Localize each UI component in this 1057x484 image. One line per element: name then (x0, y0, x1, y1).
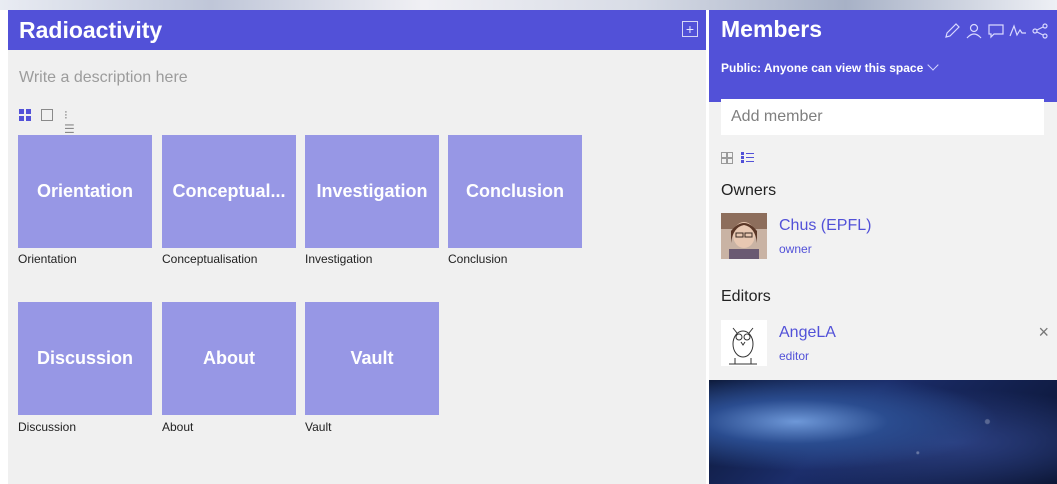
member-name-link[interactable]: AngeLA (779, 324, 836, 342)
member-role: owner (779, 242, 812, 256)
visibility-label: Public: Anyone can view this space (721, 61, 924, 75)
grid-view-icon[interactable] (19, 109, 32, 122)
tile-caption[interactable]: Conclusion (448, 252, 507, 266)
tile-conceptualisation[interactable]: Conceptual... (162, 135, 296, 248)
members-title: Members (721, 16, 822, 42)
single-view-icon[interactable] (41, 109, 53, 121)
tile-caption[interactable]: Vault (305, 420, 331, 434)
user-icon[interactable] (963, 20, 985, 42)
space-panel: Radioactivity + Write a description here… (8, 10, 706, 484)
member-name-link[interactable]: Chus (EPFL) (779, 217, 871, 235)
tile-caption[interactable]: Orientation (18, 252, 77, 266)
visibility-dropdown[interactable]: Public: Anyone can view this space (721, 59, 939, 75)
add-member-input[interactable] (721, 99, 1044, 135)
chevron-down-icon (927, 59, 939, 71)
member-role: editor (779, 349, 810, 363)
editors-heading: Editors (721, 288, 771, 305)
plus-square-icon[interactable]: + (682, 21, 698, 37)
tile-caption[interactable]: Investigation (305, 252, 372, 266)
tile-vault[interactable]: Vault (305, 302, 439, 415)
space-header: Radioactivity + (8, 10, 706, 50)
description-field[interactable]: Write a description here (19, 69, 188, 87)
tile-caption[interactable]: Discussion (18, 420, 76, 434)
owners-heading: Owners (721, 182, 777, 199)
avatar[interactable] (721, 320, 767, 366)
space-background-image (709, 380, 1057, 484)
tile-orientation[interactable]: Orientation (18, 135, 152, 248)
tile-investigation[interactable]: Investigation (305, 135, 439, 248)
header-toolbar (941, 20, 1051, 42)
grid-view-icon[interactable] (721, 152, 733, 164)
space-title[interactable]: Radioactivity (19, 17, 162, 44)
background-strip (0, 0, 1057, 10)
tile-caption[interactable]: About (162, 420, 193, 434)
share-icon[interactable] (1029, 20, 1051, 42)
tile-caption[interactable]: Conceptualisation (162, 252, 257, 266)
list-view-icon[interactable]: ⁝☰ (64, 108, 75, 136)
pencil-icon[interactable] (941, 20, 963, 42)
tile-discussion[interactable]: Discussion (18, 302, 152, 415)
members-panel: Members Public: Anyone can view this spa… (709, 10, 1057, 484)
tile-conclusion[interactable]: Conclusion (448, 135, 582, 248)
avatar[interactable] (721, 213, 767, 259)
chat-icon[interactable] (985, 20, 1007, 42)
list-view-icon[interactable] (741, 152, 755, 164)
members-header: Members Public: Anyone can view this spa… (709, 10, 1057, 102)
activity-icon[interactable] (1007, 20, 1029, 42)
tile-about[interactable]: About (162, 302, 296, 415)
close-icon[interactable]: × (1038, 323, 1049, 341)
